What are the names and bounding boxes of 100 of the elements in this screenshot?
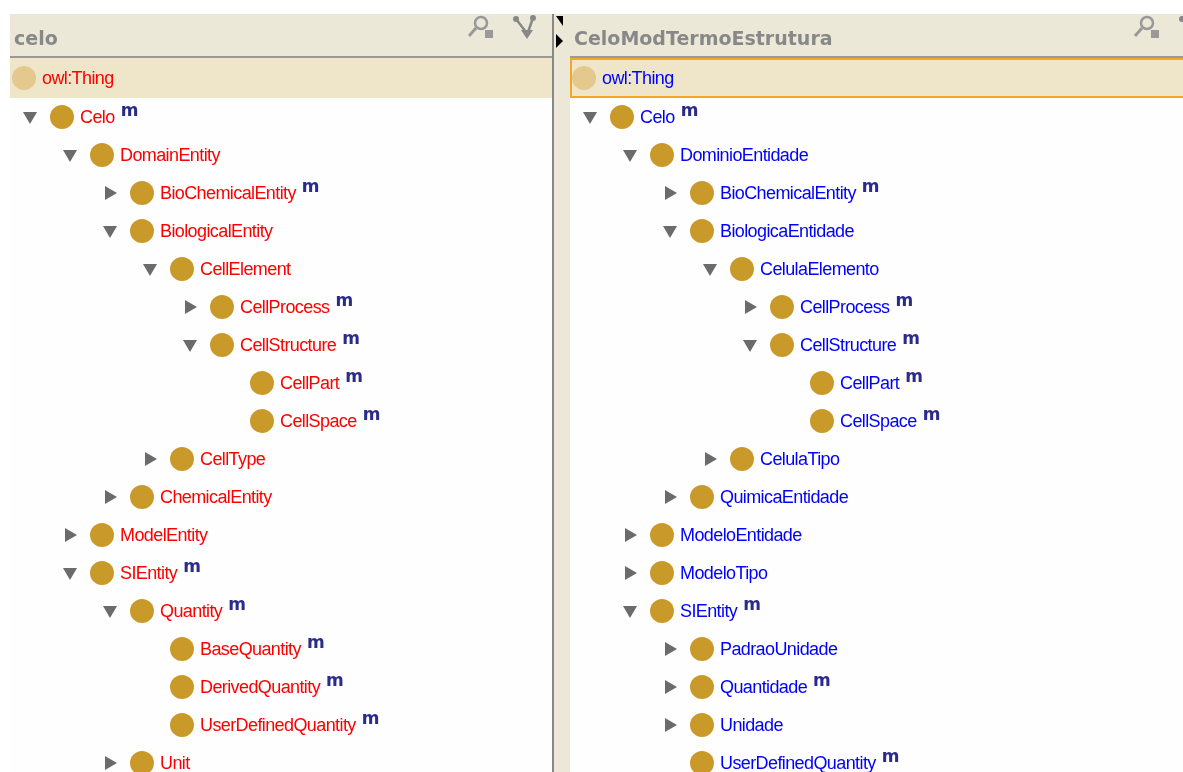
class-label[interactable]: DominioEntidade [680,144,809,166]
class-circle-icon [690,485,714,509]
class-label[interactable]: CellSpace [280,410,357,432]
class-label[interactable]: UserDefinedQuantity [720,752,876,772]
class-label[interactable]: BioChemicalEntity [160,182,296,204]
class-label[interactable]: BiologicaEntidade [720,220,854,242]
class-circle-icon [690,713,714,737]
expand-triangle-icon[interactable] [62,527,78,543]
collapse-triangle-icon[interactable] [102,603,118,619]
class-label[interactable]: CellStructure [240,334,337,356]
collapse-triangle-icon[interactable] [702,261,718,277]
class-label[interactable]: DomainEntity [120,144,220,166]
class-label[interactable]: UserDefinedQuantity [200,714,356,736]
class-label[interactable]: Unidade [720,714,783,736]
class-label[interactable]: owl:Thing [602,67,674,89]
class-label[interactable]: CelulaElemento [760,258,879,280]
class-label[interactable]: CellPart [280,372,340,394]
expand-triangle-icon[interactable] [622,565,638,581]
class-label[interactable]: QuimicaEntidade [720,486,849,508]
class-circle-icon [170,257,194,281]
class-circle-icon [730,447,754,471]
pane-title: celo [14,27,58,49]
class-label[interactable]: DerivedQuantity [200,676,321,698]
expand-triangle-icon[interactable] [662,717,678,733]
expand-triangle-icon[interactable] [182,299,198,315]
class-label[interactable]: Unit [160,752,190,772]
class-label[interactable]: CellProcess [240,296,330,318]
collapse-triangle-icon[interactable] [182,337,198,353]
modified-mark-label: m [301,176,320,196]
class-label[interactable]: BioChemicalEntity [720,182,856,204]
collapse-triangle-icon[interactable] [582,109,598,125]
class-label[interactable]: Quantity [160,600,223,622]
class-circle-icon [572,66,596,90]
modified-mark-label: m [680,100,699,120]
class-circle-icon [12,66,36,90]
expand-triangle-icon[interactable] [142,451,158,467]
modified-mark-label: m [183,556,201,576]
class-label[interactable]: CellPart [840,372,900,394]
modified-mark-label: m [342,328,360,348]
collapse-triangle-icon[interactable] [742,337,758,353]
class-label[interactable]: CellElement [200,258,291,280]
class-label[interactable]: CellStructure [800,334,897,356]
class-circle-icon [130,485,154,509]
expand-triangle-icon[interactable] [102,185,118,201]
class-circle-icon [650,561,674,585]
class-circle-icon [250,409,274,433]
collapse-triangle-icon[interactable] [142,261,158,277]
modified-mark-label: m [228,594,246,614]
modified-mark-label: m [362,404,381,424]
modified-mark-label: m [361,708,380,728]
collapse-triangle-icon[interactable] [622,147,638,163]
collapse-triangle-icon[interactable] [22,109,38,125]
class-label[interactable]: BiologicalEntity [160,220,273,242]
collapse-triangle-icon[interactable] [622,603,638,619]
class-label[interactable]: CellProcess [800,296,890,318]
class-label[interactable]: ModelEntity [120,524,208,546]
class-label[interactable]: PadraoUnidade [720,638,838,660]
class-circle-icon [210,333,234,357]
class-circle-icon [170,447,194,471]
expand-triangle-icon[interactable] [622,527,638,543]
collapse-triangle-icon[interactable] [62,565,78,581]
class-circle-icon [610,105,634,129]
expand-triangle-icon[interactable] [102,755,118,771]
expand-triangle-icon[interactable] [662,489,678,505]
class-label[interactable]: Celo [80,106,115,128]
expand-triangle-icon[interactable] [662,679,678,695]
class-label[interactable]: CellSpace [840,410,917,432]
class-label[interactable]: BaseQuantity [200,638,301,660]
expand-triangle-icon[interactable] [102,489,118,505]
expand-triangle-icon[interactable] [702,451,718,467]
class-label[interactable]: SIEntity [120,562,178,584]
collapse-triangle-icon[interactable] [102,223,118,239]
expand-triangle-icon[interactable] [662,641,678,657]
class-circle-icon [730,257,754,281]
modified-mark-label: m [905,366,923,386]
modified-mark-label: m [120,100,139,120]
collapse-triangle-icon[interactable] [662,223,678,239]
class-circle-icon [810,371,834,395]
class-label[interactable]: ChemicalEntity [160,486,272,508]
modified-mark-label: m [335,290,354,310]
class-circle-icon [770,333,794,357]
class-circle-icon [130,751,154,772]
class-circle-icon [170,713,194,737]
class-label[interactable]: ModeloEntidade [680,524,802,546]
tree-root-row[interactable]: owl:Thing [570,58,1183,98]
modified-mark-label: m [306,632,325,652]
class-label[interactable]: SIEntity [680,600,738,622]
class-circle-icon [810,409,834,433]
class-circle-icon [690,637,714,661]
expand-triangle-icon[interactable] [662,185,678,201]
modified-mark-label: m [813,670,831,690]
class-label[interactable]: CelulaTipo [760,448,840,470]
class-label[interactable]: Celo [640,106,675,128]
class-label[interactable]: Quantidade [720,676,808,698]
modified-mark-label: m [345,366,363,386]
class-label[interactable]: ModeloTipo [680,562,768,584]
class-circle-icon [130,599,154,623]
collapse-triangle-icon[interactable] [62,147,78,163]
expand-triangle-icon[interactable] [742,299,758,315]
class-label[interactable]: CellType [200,448,266,470]
